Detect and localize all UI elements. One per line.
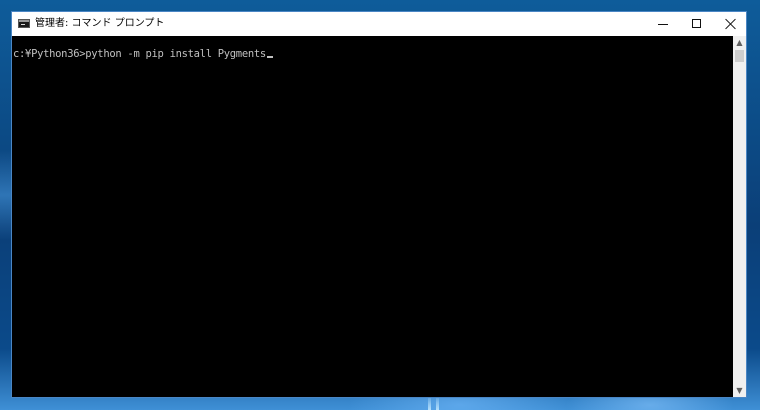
command-prompt-window: 管理者: コマンド プロンプト c:¥Python36>python -m pi… — [11, 11, 747, 398]
console-prompt: c:¥Python36> — [13, 48, 86, 60]
scroll-thumb[interactable] — [735, 50, 744, 62]
minimize-button[interactable] — [646, 12, 680, 36]
console-command: python -m pip install Pygments — [85, 48, 266, 60]
console-line: c:¥Python36>python -m pip install Pygmen… — [13, 48, 273, 60]
console-output[interactable]: c:¥Python36>python -m pip install Pygmen… — [12, 36, 733, 397]
vertical-scrollbar[interactable]: ▲ ▼ — [733, 36, 746, 397]
close-button[interactable] — [714, 12, 748, 36]
close-icon — [725, 18, 737, 30]
maximize-icon — [692, 19, 701, 28]
maximize-button[interactable] — [680, 12, 714, 36]
window-title: 管理者: コマンド プロンプト — [35, 18, 165, 29]
scroll-up-arrow-icon[interactable]: ▲ — [733, 36, 746, 49]
minimize-icon — [658, 24, 668, 25]
scroll-down-arrow-icon[interactable]: ▼ — [733, 384, 746, 397]
text-cursor — [266, 56, 273, 58]
title-bar[interactable]: 管理者: コマンド プロンプト — [12, 12, 746, 36]
cmd-icon[interactable] — [18, 19, 30, 28]
